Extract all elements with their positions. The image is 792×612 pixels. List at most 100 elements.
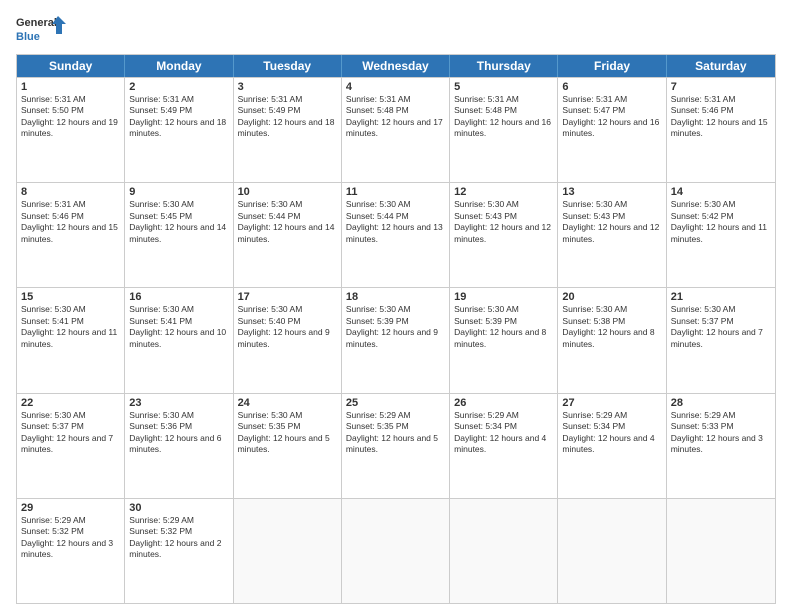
day-info: Sunrise: 5:30 AMSunset: 5:35 PMDaylight:… — [238, 410, 337, 456]
day-number: 3 — [238, 81, 337, 93]
day-cell-13: 13 Sunrise: 5:30 AMSunset: 5:43 PMDaylig… — [558, 183, 666, 287]
day-info: Sunrise: 5:29 AMSunset: 5:32 PMDaylight:… — [129, 515, 228, 561]
header: General Blue — [16, 12, 776, 48]
day-cell-27: 27 Sunrise: 5:29 AMSunset: 5:34 PMDaylig… — [558, 394, 666, 498]
day-number: 12 — [454, 186, 553, 198]
day-cell-3: 3 Sunrise: 5:31 AMSunset: 5:49 PMDayligh… — [234, 78, 342, 182]
day-info: Sunrise: 5:31 AMSunset: 5:46 PMDaylight:… — [671, 94, 771, 140]
day-cell-17: 17 Sunrise: 5:30 AMSunset: 5:40 PMDaylig… — [234, 288, 342, 392]
calendar-body: 1 Sunrise: 5:31 AMSunset: 5:50 PMDayligh… — [17, 77, 775, 603]
week-row-4: 22 Sunrise: 5:30 AMSunset: 5:37 PMDaylig… — [17, 393, 775, 498]
header-thursday: Thursday — [450, 55, 558, 77]
day-info: Sunrise: 5:30 AMSunset: 5:38 PMDaylight:… — [562, 304, 661, 350]
day-info: Sunrise: 5:29 AMSunset: 5:34 PMDaylight:… — [454, 410, 553, 456]
header-tuesday: Tuesday — [234, 55, 342, 77]
day-cell-26: 26 Sunrise: 5:29 AMSunset: 5:34 PMDaylig… — [450, 394, 558, 498]
day-info: Sunrise: 5:30 AMSunset: 5:39 PMDaylight:… — [346, 304, 445, 350]
day-info: Sunrise: 5:29 AMSunset: 5:35 PMDaylight:… — [346, 410, 445, 456]
day-cell-18: 18 Sunrise: 5:30 AMSunset: 5:39 PMDaylig… — [342, 288, 450, 392]
day-number: 7 — [671, 81, 771, 93]
day-number: 2 — [129, 81, 228, 93]
day-cell-5: 5 Sunrise: 5:31 AMSunset: 5:48 PMDayligh… — [450, 78, 558, 182]
day-cell-1: 1 Sunrise: 5:31 AMSunset: 5:50 PMDayligh… — [17, 78, 125, 182]
logo-svg: General Blue — [16, 12, 66, 48]
day-info: Sunrise: 5:30 AMSunset: 5:39 PMDaylight:… — [454, 304, 553, 350]
empty-cell — [342, 499, 450, 603]
day-cell-29: 29 Sunrise: 5:29 AMSunset: 5:32 PMDaylig… — [17, 499, 125, 603]
day-number: 25 — [346, 397, 445, 409]
day-cell-19: 19 Sunrise: 5:30 AMSunset: 5:39 PMDaylig… — [450, 288, 558, 392]
day-number: 8 — [21, 186, 120, 198]
day-number: 21 — [671, 291, 771, 303]
day-cell-14: 14 Sunrise: 5:30 AMSunset: 5:42 PMDaylig… — [667, 183, 775, 287]
week-row-3: 15 Sunrise: 5:30 AMSunset: 5:41 PMDaylig… — [17, 287, 775, 392]
day-cell-12: 12 Sunrise: 5:30 AMSunset: 5:43 PMDaylig… — [450, 183, 558, 287]
day-cell-30: 30 Sunrise: 5:29 AMSunset: 5:32 PMDaylig… — [125, 499, 233, 603]
day-number: 24 — [238, 397, 337, 409]
header-saturday: Saturday — [667, 55, 775, 77]
day-cell-22: 22 Sunrise: 5:30 AMSunset: 5:37 PMDaylig… — [17, 394, 125, 498]
day-info: Sunrise: 5:29 AMSunset: 5:32 PMDaylight:… — [21, 515, 120, 561]
header-wednesday: Wednesday — [342, 55, 450, 77]
empty-cell — [667, 499, 775, 603]
day-cell-20: 20 Sunrise: 5:30 AMSunset: 5:38 PMDaylig… — [558, 288, 666, 392]
day-number: 17 — [238, 291, 337, 303]
day-cell-9: 9 Sunrise: 5:30 AMSunset: 5:45 PMDayligh… — [125, 183, 233, 287]
day-number: 20 — [562, 291, 661, 303]
day-number: 27 — [562, 397, 661, 409]
week-row-2: 8 Sunrise: 5:31 AMSunset: 5:46 PMDayligh… — [17, 182, 775, 287]
day-cell-24: 24 Sunrise: 5:30 AMSunset: 5:35 PMDaylig… — [234, 394, 342, 498]
day-info: Sunrise: 5:30 AMSunset: 5:36 PMDaylight:… — [129, 410, 228, 456]
day-number: 23 — [129, 397, 228, 409]
week-row-5: 29 Sunrise: 5:29 AMSunset: 5:32 PMDaylig… — [17, 498, 775, 603]
day-cell-8: 8 Sunrise: 5:31 AMSunset: 5:46 PMDayligh… — [17, 183, 125, 287]
header-sunday: Sunday — [17, 55, 125, 77]
day-cell-4: 4 Sunrise: 5:31 AMSunset: 5:48 PMDayligh… — [342, 78, 450, 182]
day-info: Sunrise: 5:31 AMSunset: 5:47 PMDaylight:… — [562, 94, 661, 140]
day-number: 26 — [454, 397, 553, 409]
day-cell-6: 6 Sunrise: 5:31 AMSunset: 5:47 PMDayligh… — [558, 78, 666, 182]
svg-text:Blue: Blue — [16, 31, 40, 43]
empty-cell — [450, 499, 558, 603]
calendar-header: Sunday Monday Tuesday Wednesday Thursday… — [17, 55, 775, 77]
header-monday: Monday — [125, 55, 233, 77]
day-info: Sunrise: 5:30 AMSunset: 5:41 PMDaylight:… — [129, 304, 228, 350]
day-info: Sunrise: 5:30 AMSunset: 5:43 PMDaylight:… — [454, 199, 553, 245]
calendar: Sunday Monday Tuesday Wednesday Thursday… — [16, 54, 776, 604]
day-cell-2: 2 Sunrise: 5:31 AMSunset: 5:49 PMDayligh… — [125, 78, 233, 182]
logo: General Blue — [16, 12, 66, 48]
day-number: 14 — [671, 186, 771, 198]
svg-text:General: General — [16, 17, 57, 29]
day-number: 18 — [346, 291, 445, 303]
day-info: Sunrise: 5:30 AMSunset: 5:37 PMDaylight:… — [671, 304, 771, 350]
day-cell-28: 28 Sunrise: 5:29 AMSunset: 5:33 PMDaylig… — [667, 394, 775, 498]
day-number: 22 — [21, 397, 120, 409]
header-friday: Friday — [558, 55, 666, 77]
day-info: Sunrise: 5:29 AMSunset: 5:34 PMDaylight:… — [562, 410, 661, 456]
day-number: 5 — [454, 81, 553, 93]
day-info: Sunrise: 5:31 AMSunset: 5:49 PMDaylight:… — [129, 94, 228, 140]
day-number: 16 — [129, 291, 228, 303]
day-cell-15: 15 Sunrise: 5:30 AMSunset: 5:41 PMDaylig… — [17, 288, 125, 392]
day-number: 6 — [562, 81, 661, 93]
week-row-1: 1 Sunrise: 5:31 AMSunset: 5:50 PMDayligh… — [17, 77, 775, 182]
day-info: Sunrise: 5:31 AMSunset: 5:50 PMDaylight:… — [21, 94, 120, 140]
day-info: Sunrise: 5:31 AMSunset: 5:48 PMDaylight:… — [454, 94, 553, 140]
day-cell-7: 7 Sunrise: 5:31 AMSunset: 5:46 PMDayligh… — [667, 78, 775, 182]
day-info: Sunrise: 5:30 AMSunset: 5:44 PMDaylight:… — [346, 199, 445, 245]
day-cell-16: 16 Sunrise: 5:30 AMSunset: 5:41 PMDaylig… — [125, 288, 233, 392]
day-number: 10 — [238, 186, 337, 198]
day-info: Sunrise: 5:30 AMSunset: 5:45 PMDaylight:… — [129, 199, 228, 245]
day-cell-25: 25 Sunrise: 5:29 AMSunset: 5:35 PMDaylig… — [342, 394, 450, 498]
day-number: 13 — [562, 186, 661, 198]
empty-cell — [558, 499, 666, 603]
day-info: Sunrise: 5:31 AMSunset: 5:46 PMDaylight:… — [21, 199, 120, 245]
day-info: Sunrise: 5:30 AMSunset: 5:43 PMDaylight:… — [562, 199, 661, 245]
day-number: 4 — [346, 81, 445, 93]
day-info: Sunrise: 5:29 AMSunset: 5:33 PMDaylight:… — [671, 410, 771, 456]
day-number: 19 — [454, 291, 553, 303]
day-cell-21: 21 Sunrise: 5:30 AMSunset: 5:37 PMDaylig… — [667, 288, 775, 392]
day-info: Sunrise: 5:30 AMSunset: 5:37 PMDaylight:… — [21, 410, 120, 456]
day-info: Sunrise: 5:31 AMSunset: 5:49 PMDaylight:… — [238, 94, 337, 140]
day-number: 29 — [21, 502, 120, 514]
